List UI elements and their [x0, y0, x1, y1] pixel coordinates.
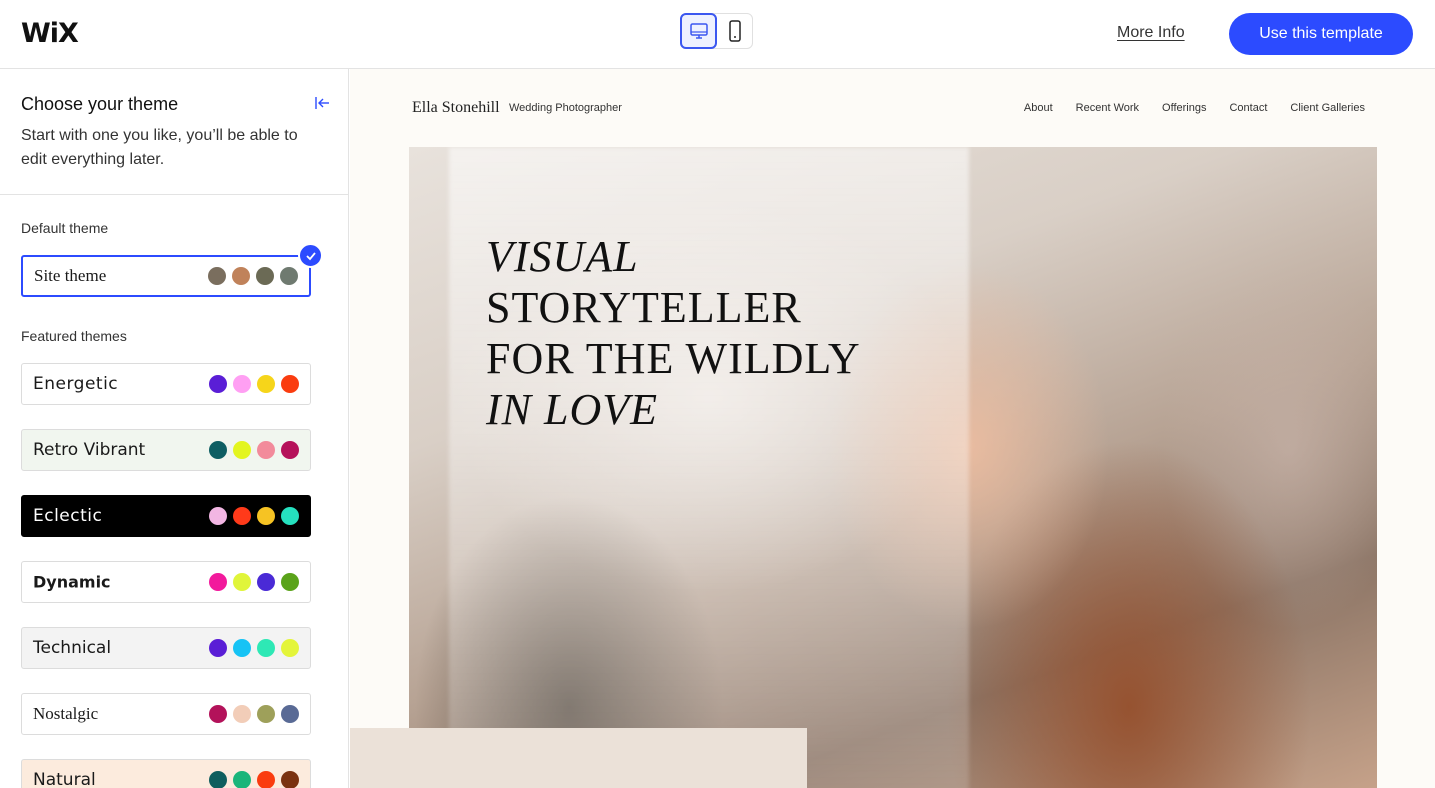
- theme-card-technical[interactable]: Technical: [21, 627, 311, 669]
- color-swatch: [209, 639, 227, 657]
- theme-card-eclectic[interactable]: Eclectic: [21, 495, 311, 537]
- theme-name: Site theme: [34, 266, 107, 285]
- desktop-icon: [689, 23, 708, 39]
- color-swatch: [281, 639, 299, 657]
- device-toggle: [680, 13, 753, 49]
- sidebar-title: Choose your theme: [21, 94, 179, 114]
- wix-logo[interactable]: WiX: [21, 18, 79, 50]
- color-swatch: [209, 705, 227, 723]
- color-swatch: [281, 375, 299, 393]
- hero-headline: VISUAL STORYTELLER FOR THE WILDLY IN LOV…: [486, 231, 861, 435]
- theme-sidebar: Choose your theme Start with one you lik…: [0, 69, 349, 788]
- color-swatch: [257, 441, 275, 459]
- theme-name: Energetic: [33, 374, 119, 394]
- theme-card-natural[interactable]: Natural: [21, 759, 311, 788]
- theme-swatches: [209, 573, 299, 591]
- theme-swatches: [209, 639, 299, 657]
- site-nav-about[interactable]: About: [1024, 102, 1053, 114]
- site-nav-client-galleries[interactable]: Client Galleries: [1290, 102, 1365, 114]
- hero-line: FOR THE WILDLY: [486, 334, 861, 383]
- color-swatch: [209, 441, 227, 459]
- color-swatch: [257, 705, 275, 723]
- theme-swatches: [209, 771, 299, 788]
- selected-check-badge: [298, 243, 323, 268]
- theme-card-site[interactable]: Site theme: [21, 255, 311, 297]
- sidebar-header: Choose your theme Start with one you lik…: [0, 69, 348, 195]
- theme-name: Dynamic: [33, 572, 111, 592]
- theme-name: Eclectic: [33, 506, 103, 526]
- site-nav: About Recent Work Offerings Contact Clie…: [1024, 102, 1365, 114]
- color-swatch: [256, 267, 274, 285]
- color-swatch: [209, 375, 227, 393]
- theme-swatches: [209, 375, 299, 393]
- color-swatch: [257, 771, 275, 788]
- color-swatch: [233, 771, 251, 788]
- color-swatch: [257, 507, 275, 525]
- beige-content-block: [350, 728, 807, 788]
- template-preview: Ella Stonehill Wedding Photographer Abou…: [350, 69, 1435, 788]
- hero-line: VISUAL: [486, 232, 639, 281]
- featured-themes-label: Featured themes: [21, 328, 127, 344]
- theme-swatches: [209, 507, 299, 525]
- color-swatch: [280, 267, 298, 285]
- check-icon: [305, 251, 316, 260]
- default-theme-label: Default theme: [21, 220, 109, 236]
- theme-card-dynamic[interactable]: Dynamic: [21, 561, 311, 603]
- desktop-view-button[interactable]: [680, 13, 717, 49]
- theme-swatches: [208, 267, 298, 285]
- mobile-view-button[interactable]: [717, 14, 753, 48]
- color-swatch: [281, 507, 299, 525]
- mobile-icon: [729, 20, 741, 42]
- more-info-link[interactable]: More Info: [1117, 24, 1185, 42]
- theme-name: Retro Vibrant: [33, 440, 146, 460]
- theme-swatches: [209, 705, 299, 723]
- color-swatch: [281, 441, 299, 459]
- collapse-sidebar-button[interactable]: [314, 95, 336, 115]
- color-swatch: [233, 375, 251, 393]
- theme-card-nostalgic[interactable]: Nostalgic: [21, 693, 311, 735]
- color-swatch: [209, 507, 227, 525]
- top-bar: WiX More Info Use this template: [0, 0, 1435, 69]
- site-nav-offerings[interactable]: Offerings: [1162, 102, 1206, 114]
- color-swatch: [233, 705, 251, 723]
- site-name[interactable]: Ella Stonehill: [412, 99, 500, 117]
- color-swatch: [209, 573, 227, 591]
- color-swatch: [281, 705, 299, 723]
- sidebar-subtitle: Start with one you like, you’ll be able …: [21, 127, 298, 168]
- color-swatch: [233, 441, 251, 459]
- hero-photo: VISUAL STORYTELLER FOR THE WILDLY IN LOV…: [409, 147, 1377, 788]
- use-template-button[interactable]: Use this template: [1229, 13, 1413, 55]
- color-swatch: [233, 639, 251, 657]
- color-swatch: [257, 573, 275, 591]
- color-swatch: [281, 771, 299, 788]
- theme-swatches: [209, 441, 299, 459]
- color-swatch: [209, 771, 227, 788]
- color-swatch: [232, 267, 250, 285]
- color-swatch: [233, 507, 251, 525]
- hero-line: IN LOVE: [486, 385, 658, 434]
- site-tagline: Wedding Photographer: [509, 102, 622, 114]
- theme-name: Nostalgic: [33, 704, 99, 723]
- color-swatch: [233, 573, 251, 591]
- theme-name: Technical: [33, 638, 112, 658]
- theme-card-energetic[interactable]: Energetic: [21, 363, 311, 405]
- color-swatch: [281, 573, 299, 591]
- color-swatch: [257, 375, 275, 393]
- collapse-left-icon: [315, 97, 329, 109]
- color-swatch: [257, 639, 275, 657]
- theme-name: Natural: [33, 770, 96, 788]
- hero-line: STORYTELLER: [486, 283, 802, 332]
- site-nav-contact[interactable]: Contact: [1229, 102, 1267, 114]
- color-swatch: [208, 267, 226, 285]
- theme-card-retro-vibrant[interactable]: Retro Vibrant: [21, 429, 311, 471]
- site-nav-recent-work[interactable]: Recent Work: [1076, 102, 1139, 114]
